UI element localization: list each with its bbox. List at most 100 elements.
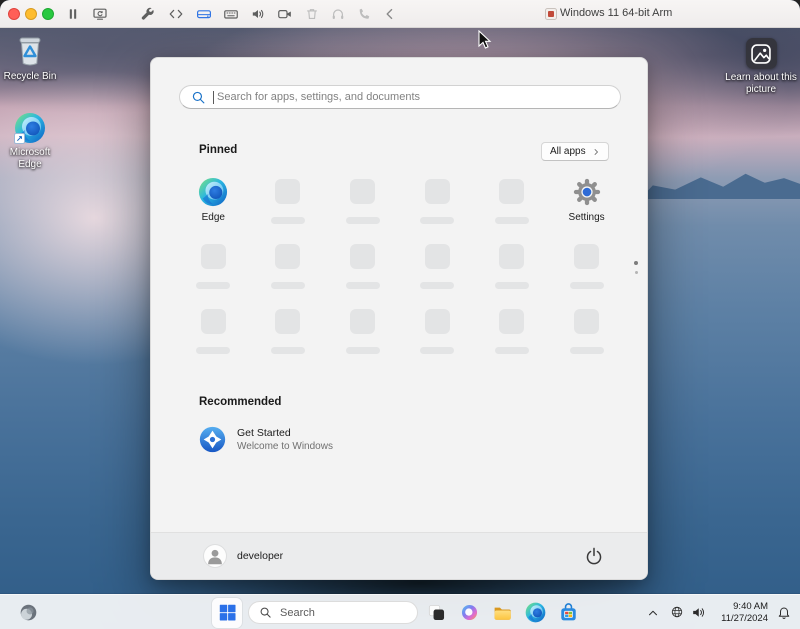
network-globe-icon bbox=[669, 604, 685, 620]
copilot-button[interactable] bbox=[454, 598, 484, 628]
pinned-placeholder-tile[interactable] bbox=[325, 305, 400, 363]
sound-icon[interactable] bbox=[250, 6, 266, 22]
recommended-section-label: Recommended bbox=[199, 396, 281, 408]
window-title: Windows 11 64-bit Arm bbox=[560, 7, 672, 19]
task-view-button[interactable] bbox=[421, 598, 451, 628]
vm-icon bbox=[545, 8, 557, 20]
power-icon bbox=[583, 545, 605, 567]
copilot-icon bbox=[459, 602, 480, 623]
wrench-icon[interactable] bbox=[140, 6, 156, 22]
phone-icon[interactable] bbox=[356, 6, 372, 22]
close-window-button[interactable] bbox=[8, 8, 20, 20]
search-icon bbox=[191, 90, 206, 105]
recommended-item-subtitle: Welcome to Windows bbox=[237, 441, 333, 452]
mouse-cursor bbox=[478, 30, 492, 55]
widgets-icon bbox=[16, 600, 41, 625]
drive-icon[interactable] bbox=[196, 6, 212, 22]
pinned-apps-grid: Edge Settings bbox=[176, 175, 624, 370]
desktop-icon-microsoft-edge[interactable]: ↗ Microsoft Edge bbox=[0, 112, 66, 171]
user-account-button[interactable]: developer bbox=[204, 545, 283, 567]
widgets-button[interactable] bbox=[16, 600, 41, 625]
start-menu: Pinned All apps Edge Settings bbox=[150, 57, 648, 580]
taskbar-search-box[interactable]: Search bbox=[248, 601, 418, 624]
pinned-app-label: Settings bbox=[569, 212, 605, 223]
speaker-icon bbox=[690, 604, 707, 621]
network-tray-button[interactable] bbox=[669, 604, 685, 625]
taskbar: Search 9:40 AM bbox=[0, 594, 800, 629]
desktop-icon-label: Microsoft Edge bbox=[1, 147, 59, 171]
volume-tray-button[interactable] bbox=[690, 604, 707, 626]
macos-titlebar: Windows 11 64-bit Arm bbox=[0, 0, 800, 28]
pinned-placeholder-tile[interactable] bbox=[400, 240, 475, 298]
page-dot[interactable] bbox=[635, 271, 638, 274]
task-view-icon bbox=[426, 602, 447, 623]
recommended-item-title: Get Started bbox=[237, 427, 333, 439]
user-avatar bbox=[204, 545, 226, 567]
camera-icon[interactable] bbox=[277, 6, 293, 22]
console-icon[interactable] bbox=[168, 6, 184, 22]
pinned-placeholder-tile[interactable] bbox=[251, 240, 326, 298]
start-menu-footer: developer bbox=[151, 532, 647, 579]
chevron-right-icon bbox=[592, 148, 600, 156]
desktop-icon-learn-about-picture[interactable]: Learn about this picture bbox=[725, 38, 797, 96]
notification-center-button[interactable] bbox=[776, 605, 792, 626]
pinned-placeholder-tile[interactable] bbox=[400, 175, 475, 233]
desktop-icon-label: Recycle Bin bbox=[4, 71, 57, 83]
windows-logo-icon bbox=[218, 603, 237, 622]
recommended-item-get-started[interactable]: Get Started Welcome to Windows bbox=[199, 426, 333, 453]
bell-icon bbox=[776, 605, 792, 621]
pinned-placeholder-tile[interactable] bbox=[400, 305, 475, 363]
recycle-bin-icon bbox=[14, 32, 46, 68]
page-dot-active[interactable] bbox=[634, 261, 638, 265]
edge-taskbar-button[interactable] bbox=[520, 598, 550, 628]
pinned-placeholder-tile[interactable] bbox=[475, 175, 550, 233]
pinned-placeholder-tile[interactable] bbox=[251, 175, 326, 233]
pinned-placeholder-tile[interactable] bbox=[176, 240, 251, 298]
pinned-placeholder-tile[interactable] bbox=[251, 305, 326, 363]
desktop-icon-recycle-bin[interactable]: Recycle Bin bbox=[0, 32, 66, 83]
microsoft-store-icon bbox=[558, 602, 579, 623]
minimize-window-button[interactable] bbox=[25, 8, 37, 20]
tray-expand-button[interactable] bbox=[646, 606, 660, 625]
collapse-toolbar-icon[interactable] bbox=[382, 6, 398, 22]
shortcut-arrow-icon: ↗ bbox=[14, 133, 25, 144]
desktop-icon-label: Learn about this picture bbox=[725, 72, 797, 96]
mountain-ridge bbox=[640, 163, 800, 199]
pinned-placeholder-tile[interactable] bbox=[176, 305, 251, 363]
pinned-placeholder-tile[interactable] bbox=[325, 240, 400, 298]
pinned-section-label: Pinned bbox=[199, 144, 237, 156]
file-explorer-button[interactable] bbox=[487, 598, 517, 628]
headphones-icon[interactable] bbox=[330, 6, 346, 22]
all-apps-button[interactable]: All apps bbox=[541, 142, 609, 161]
pinned-placeholder-tile[interactable] bbox=[549, 240, 624, 298]
start-search-bar[interactable] bbox=[179, 85, 621, 109]
display-restart-icon[interactable] bbox=[92, 6, 108, 22]
pinned-placeholder-tile[interactable] bbox=[475, 240, 550, 298]
search-icon bbox=[259, 606, 272, 619]
pinned-app-settings[interactable]: Settings bbox=[549, 175, 624, 233]
start-search-input[interactable] bbox=[214, 91, 620, 103]
keyboard-icon[interactable] bbox=[223, 6, 239, 22]
edge-icon bbox=[525, 602, 546, 623]
file-explorer-icon bbox=[492, 602, 513, 623]
zoom-window-button[interactable] bbox=[42, 8, 54, 20]
pinned-placeholder-tile[interactable] bbox=[475, 305, 550, 363]
chevron-up-icon bbox=[646, 606, 660, 620]
trash-icon[interactable] bbox=[304, 6, 320, 22]
clock-button[interactable]: 9:40 AM 11/27/2024 bbox=[721, 601, 768, 624]
power-button[interactable] bbox=[583, 545, 605, 567]
get-started-icon bbox=[199, 426, 226, 453]
pause-icon[interactable] bbox=[65, 6, 81, 22]
user-name: developer bbox=[237, 550, 283, 562]
microsoft-store-button[interactable] bbox=[553, 598, 583, 628]
taskbar-search-label: Search bbox=[280, 607, 315, 619]
pinned-page-dots[interactable] bbox=[634, 261, 638, 274]
pinned-placeholder-tile[interactable] bbox=[549, 305, 624, 363]
start-button[interactable] bbox=[212, 598, 242, 628]
edge-icon bbox=[198, 177, 228, 207]
all-apps-label: All apps bbox=[550, 146, 586, 157]
tray-time: 9:40 AM bbox=[721, 601, 768, 613]
picture-icon bbox=[746, 38, 777, 69]
pinned-placeholder-tile[interactable] bbox=[325, 175, 400, 233]
pinned-app-edge[interactable]: Edge bbox=[176, 175, 251, 233]
